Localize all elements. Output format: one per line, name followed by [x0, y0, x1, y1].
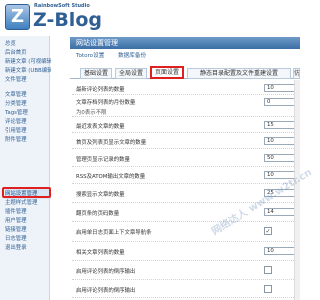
sidebar: 总览 后台首页 新建文章 (可视编辑) 新建文章 (UBB编辑) 文件管理 文章… — [0, 36, 51, 300]
settings-row: 文章存档列表的月份数量 为0表示不限 0 — [72, 95, 300, 117]
subnav: Totoro设置 数据库备份 — [70, 51, 300, 61]
prev-next-nav-checkbox[interactable]: ✓ — [264, 227, 272, 235]
subnav-link-totoro[interactable]: Totoro设置 — [76, 53, 104, 59]
row-label: 翻页条的页码数量 — [76, 211, 120, 217]
tab-static[interactable]: 静态目录配置及文件重建设置 — [187, 68, 291, 79]
row-label: 最近发表文章的数量 — [76, 124, 125, 130]
reverse-comments-checkbox[interactable] — [264, 266, 272, 274]
sidebar-highlight-frame — [2, 187, 51, 198]
settings-row: 相关文章列表的数量 10 — [72, 242, 300, 261]
sidebar-item-attachments[interactable]: 附件管理 — [5, 135, 51, 145]
settings-row: 启用评论列表的倒序输出 — [72, 261, 300, 280]
app-header: Z RainbowSoft Studio Z-Blog — [0, 0, 300, 36]
settings-row: 首页及列表页显示文章的数量 10 — [72, 133, 300, 149]
settings-row: 启用评论列表的倒序输出 — [72, 280, 300, 298]
settings-row: 管理页显示记录的数量 50 — [72, 149, 300, 167]
pager-count-input[interactable]: 14 — [264, 208, 298, 216]
archive-months-input[interactable]: 0 — [264, 98, 298, 106]
row-label-sub: 为0表示不限 — [76, 110, 107, 116]
home-posts-input[interactable]: 10 — [264, 137, 298, 145]
settings-row: 最近发表文章的数量 15 — [72, 117, 300, 133]
row-label: 文章存档列表的月份数量 为0表示不限 — [76, 98, 135, 116]
row-label: 首页及列表页显示文章的数量 — [76, 140, 147, 146]
tab-basic[interactable]: 基础设置 — [80, 68, 112, 79]
related-count-input[interactable]: 10 — [264, 247, 298, 255]
sidebar-item-files[interactable]: 文件管理 — [5, 75, 51, 85]
settings-row: RSS及ATOM输出文章的数量 10 — [72, 167, 300, 184]
brand-title: Z-Blog — [33, 9, 102, 31]
settings-row: 最新评论列表的数量 10 — [72, 82, 300, 95]
row-label: 启用评论列表的倒序输出 — [76, 288, 136, 294]
row-label: 启用评论列表的倒序输出 — [76, 269, 136, 275]
row-label: 最新评论列表的数量 — [76, 87, 125, 93]
row-label: 搜索显示文章的数量 — [76, 192, 125, 198]
sidebar-item-logout[interactable]: 退出登录 — [5, 243, 51, 253]
tab-global[interactable]: 全局设置 — [115, 68, 147, 79]
zblog-logo-icon: Z — [5, 4, 30, 30]
tab-more[interactable]: 仿 — [293, 68, 300, 79]
page-title: 网站设置管理 — [70, 37, 300, 49]
settings-row: 启用单日志页面上下文章导航条 ✓ — [72, 222, 300, 242]
row-label: RSS及ATOM输出文章的数量 — [76, 174, 146, 180]
recent-posts-input[interactable]: 15 — [264, 121, 298, 129]
tab-page[interactable]: 页面设置 — [150, 66, 184, 79]
row-label: 相关文章列表的数量 — [76, 250, 125, 256]
subnav-link-backup[interactable]: 数据库备份 — [118, 53, 146, 59]
recent-comments-input[interactable]: 10 — [264, 84, 298, 92]
row-label-main: 文章存档列表的月份数量 — [76, 100, 136, 106]
reverse-comments-checkbox-2[interactable] — [264, 285, 272, 293]
row-label: 启用单日志页面上下文章导航条 — [76, 230, 152, 236]
settings-tabs: 基础设置 全局设置 页面设置 静态目录配置及文件重建设置 仿 — [70, 66, 300, 79]
admin-records-input[interactable]: 50 — [264, 154, 298, 162]
vertical-scrollbar[interactable] — [294, 80, 300, 300]
row-label: 管理页显示记录的数量 — [76, 157, 130, 163]
